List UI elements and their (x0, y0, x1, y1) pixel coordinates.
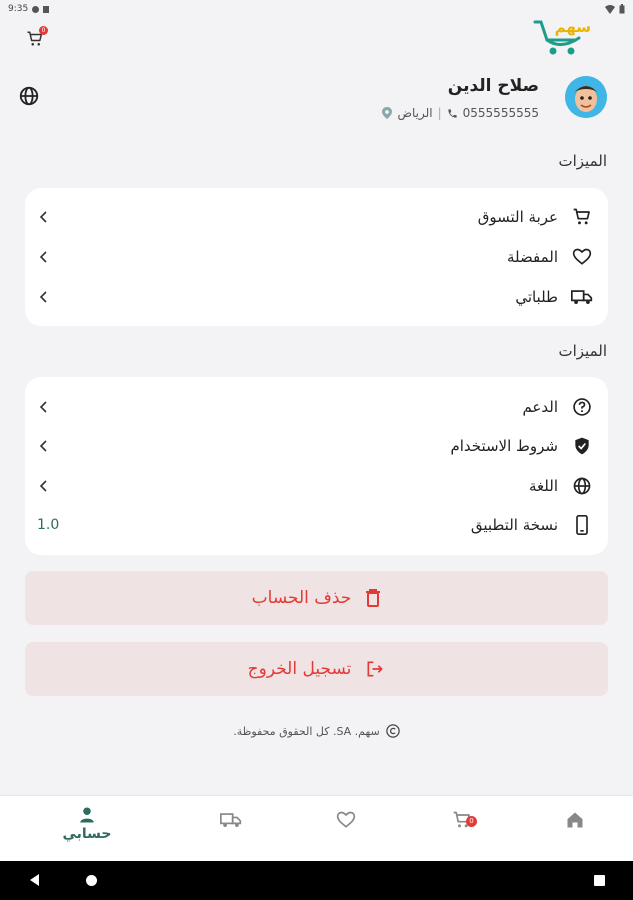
location-pin-icon (382, 107, 393, 119)
menu-item-label: عربة التسوق (477, 208, 558, 226)
nav-home[interactable] (545, 806, 605, 856)
user-city: الرياض (397, 106, 433, 120)
nav-account-label: حسابي (62, 826, 112, 842)
logout-label: تسجيل الخروج (247, 659, 352, 679)
menu-item-language[interactable]: اللغة (25, 471, 608, 501)
nav-cart[interactable]: 0 (432, 806, 492, 856)
menu-item-orders[interactable]: طلباتي (25, 282, 608, 312)
nav-orders[interactable] (201, 806, 261, 856)
chevron-left-icon (39, 291, 47, 303)
system-back-icon[interactable] (30, 874, 39, 886)
menu-item-favorites[interactable]: المفضلة (25, 242, 608, 272)
chevron-left-icon (39, 251, 47, 263)
user-name: صلاح الدين (447, 76, 539, 96)
person-icon (80, 807, 94, 823)
settings-card: الدعم شروط الاستخدام اللغة نسخة التطبيق … (25, 377, 608, 555)
app-logo: سهم (533, 18, 593, 58)
chevron-left-icon (39, 401, 47, 413)
heart-icon (570, 245, 594, 269)
wifi-icon (605, 4, 615, 14)
status-notification-icon (32, 5, 40, 13)
avatar-illustration (565, 76, 607, 118)
logo-text: سهم (554, 18, 591, 36)
menu-item-app-version: نسخة التطبيق 1.0 (25, 510, 608, 540)
globe-icon (570, 474, 594, 498)
delete-account-label: حذف الحساب (251, 588, 352, 608)
app-version-value: 1.0 (37, 517, 60, 533)
menu-item-label: طلباتي (515, 288, 558, 306)
phone-icon (570, 513, 594, 537)
truck-icon (570, 285, 594, 309)
user-meta: الرياض | 0555555555 (382, 106, 539, 120)
bottom-nav: 0 حسابي (0, 795, 633, 861)
home-icon (567, 812, 583, 828)
section-title-settings: الميزات (558, 342, 607, 360)
meta-separator: | (437, 106, 442, 120)
menu-item-support[interactable]: الدعم (25, 392, 608, 422)
profile-header: صلاح الدين الرياض | 0555555555 (0, 70, 633, 130)
top-header: 0 سهم (0, 18, 633, 66)
header-cart-badge: 0 (39, 26, 48, 35)
menu-item-label: الدعم (522, 398, 558, 416)
globe-icon (19, 86, 39, 106)
delete-account-button[interactable]: حذف الحساب (25, 571, 608, 625)
phone-call-icon (448, 108, 457, 118)
avatar[interactable] (565, 76, 607, 118)
shield-check-icon (570, 434, 594, 458)
section-title-features: الميزات (558, 152, 607, 170)
system-nav-bar (0, 861, 633, 900)
copyright-icon (386, 724, 400, 738)
menu-item-label: المفضلة (506, 248, 558, 266)
heart-icon (336, 811, 356, 828)
user-phone: 0555555555 (462, 106, 539, 120)
nav-favorites[interactable] (316, 806, 376, 856)
status-time: 9:35 (8, 4, 29, 14)
menu-item-label: نسخة التطبيق (470, 516, 558, 534)
battery-icon (619, 4, 625, 14)
menu-item-label: شروط الاستخدام (450, 437, 558, 455)
copyright-text: سهم. SA. كل الحقوق محفوظة. (233, 724, 380, 738)
header-cart-button[interactable]: 0 (24, 26, 48, 50)
help-icon (570, 395, 594, 419)
features-card: عربة التسوق المفضلة طلباتي (25, 188, 608, 326)
language-button[interactable] (18, 85, 40, 107)
menu-item-cart[interactable]: عربة التسوق (25, 202, 608, 232)
copyright-footer: سهم. SA. كل الحقوق محفوظة. (0, 724, 633, 738)
nav-cart-badge: 0 (466, 816, 477, 827)
cart-icon (570, 205, 594, 229)
menu-item-label: اللغة (529, 477, 558, 495)
chevron-left-icon (39, 440, 47, 452)
menu-item-terms[interactable]: شروط الاستخدام (25, 431, 608, 461)
nav-account[interactable]: حسابي (57, 806, 117, 856)
status-bar: 9:35 (0, 0, 633, 18)
logout-button[interactable]: تسجيل الخروج (25, 642, 608, 696)
status-left: 9:35 (8, 4, 50, 14)
status-sim-icon (43, 5, 50, 13)
truck-icon (220, 813, 242, 827)
status-right (605, 4, 625, 14)
trash-icon (366, 589, 381, 607)
system-home-icon[interactable] (86, 875, 97, 886)
chevron-left-icon (39, 211, 47, 223)
system-recents-icon[interactable] (594, 875, 605, 886)
chevron-left-icon (39, 480, 47, 492)
logout-icon (367, 661, 384, 677)
